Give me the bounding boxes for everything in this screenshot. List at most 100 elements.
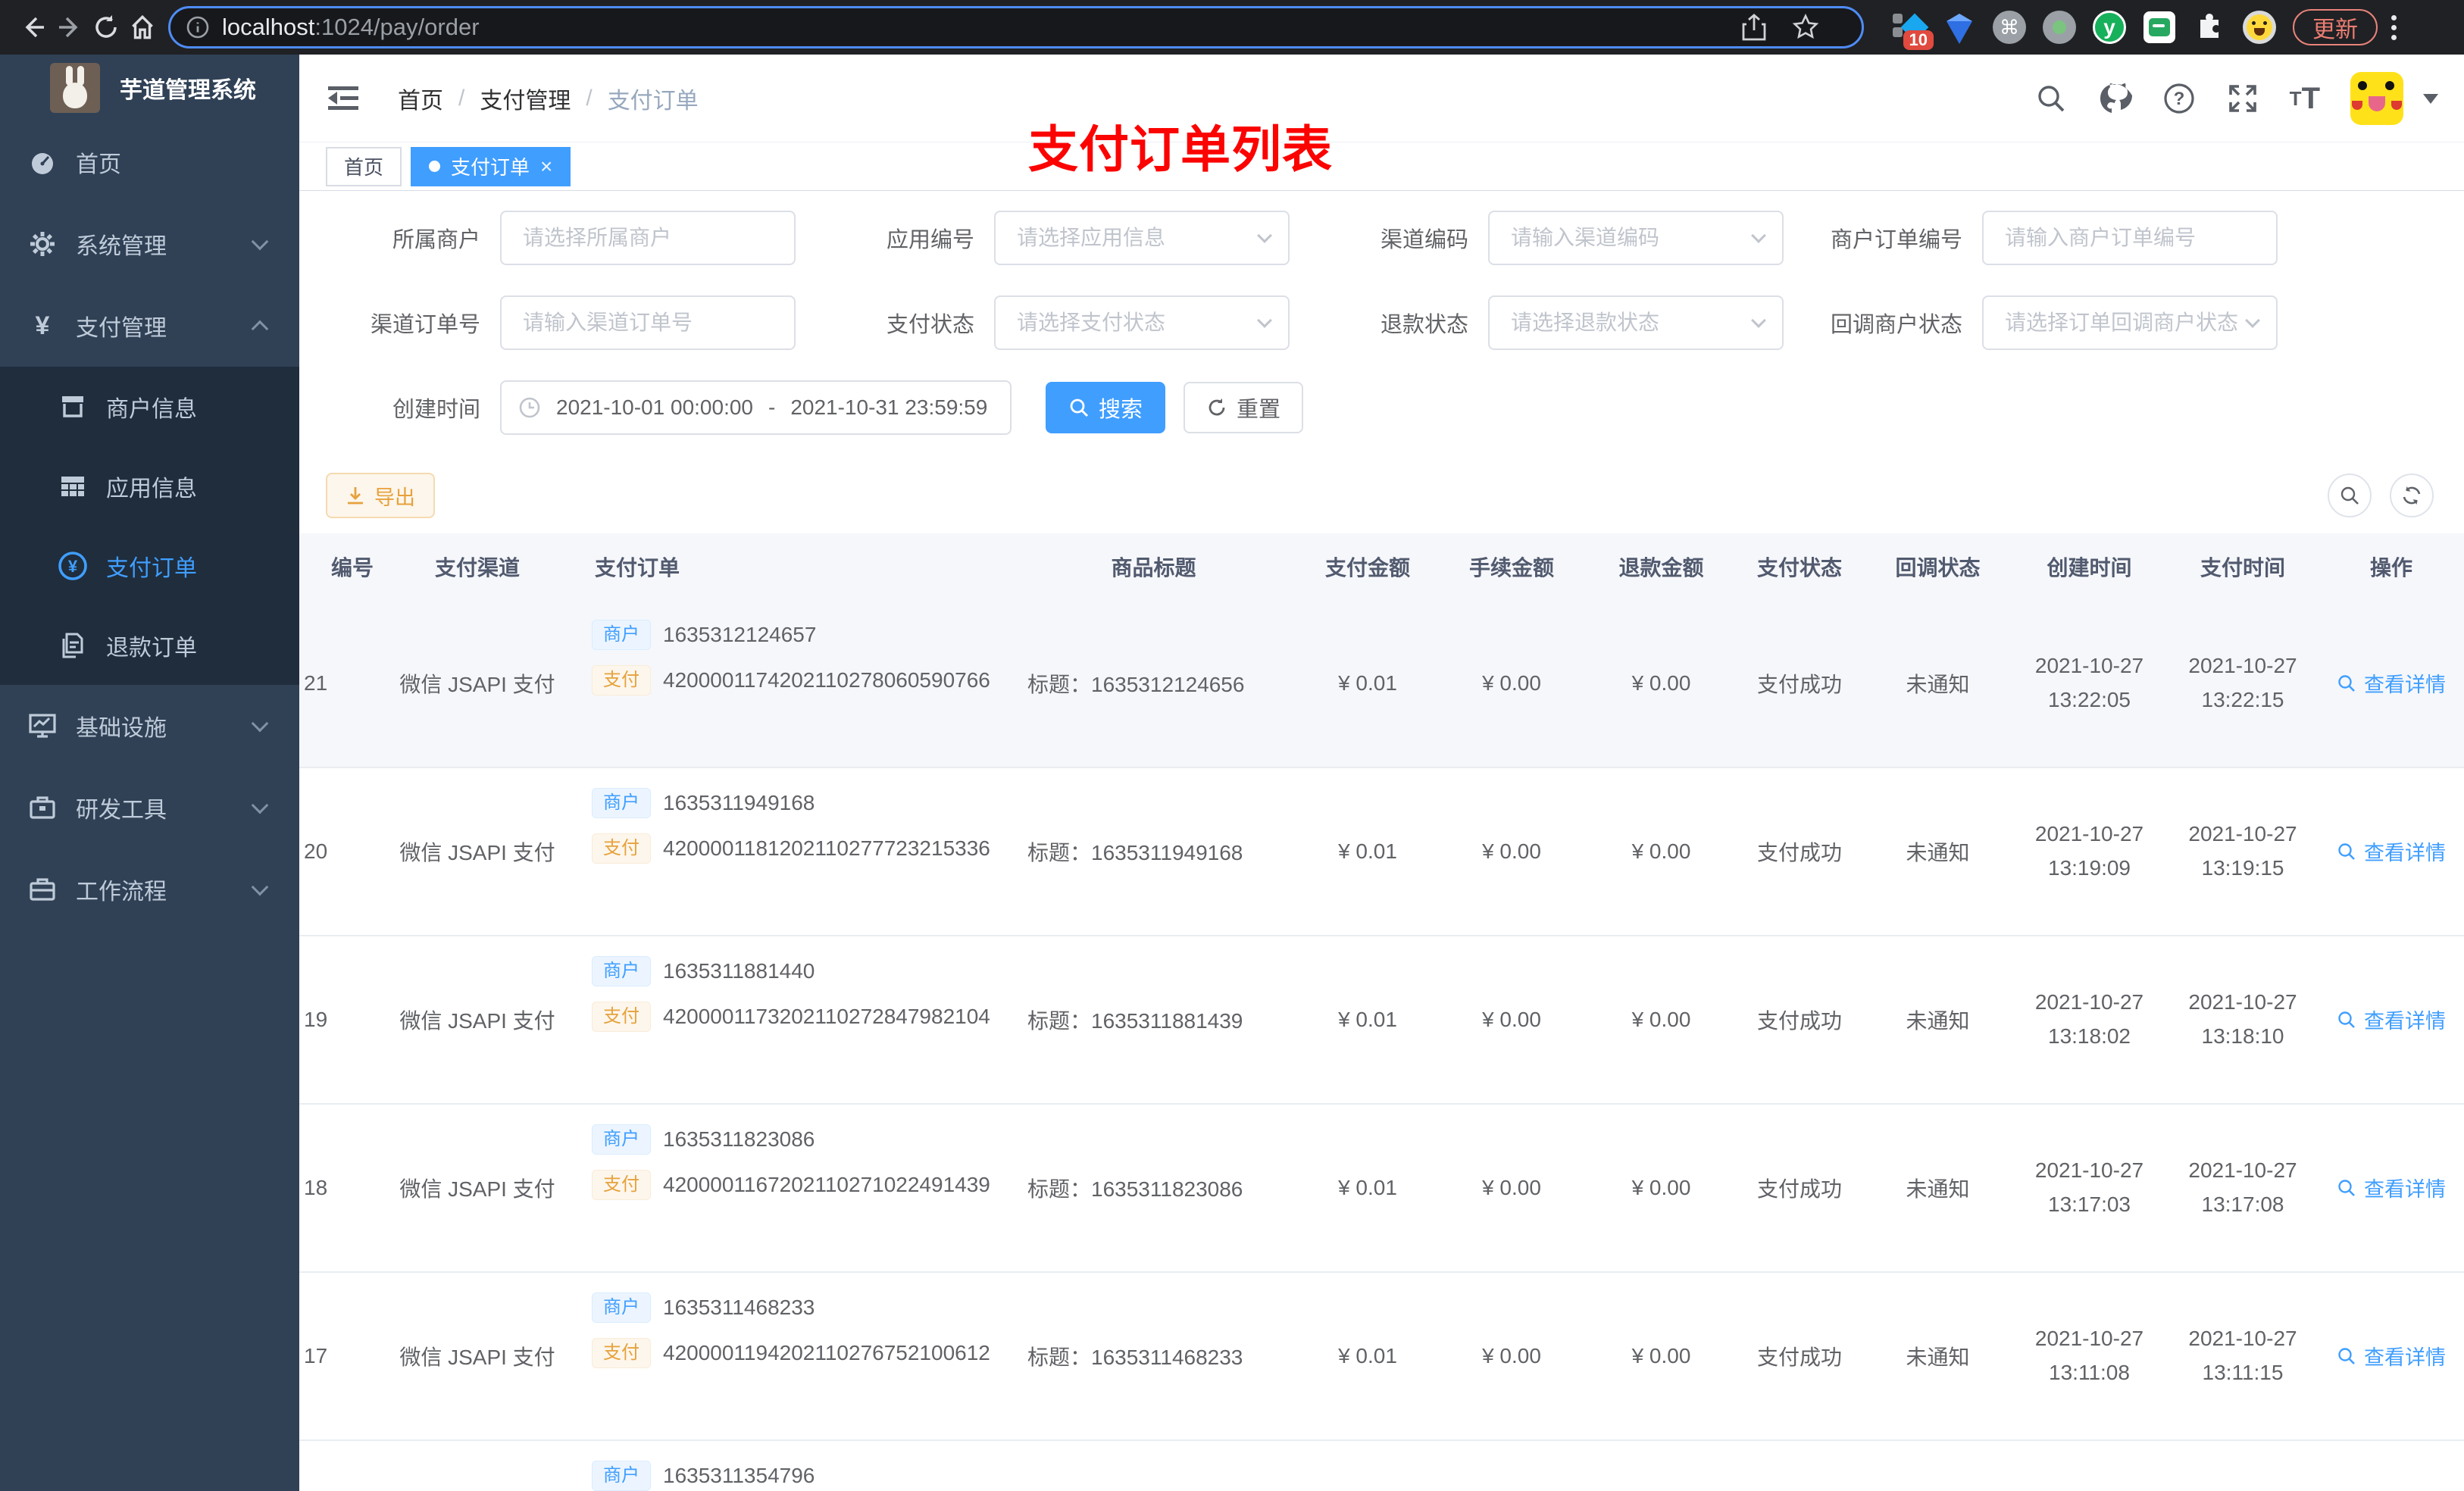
date-separator: - — [768, 395, 776, 419]
bookmark-star-icon[interactable] — [1792, 14, 1819, 41]
sidebar-item-payment[interactable]: ¥ 支付管理 — [0, 285, 299, 367]
close-icon[interactable]: × — [540, 155, 552, 177]
sidebar-collapse-icon[interactable] — [327, 83, 360, 114]
channel-order-no-input[interactable] — [500, 295, 796, 350]
svg-text:?: ? — [2173, 89, 2184, 109]
github-icon[interactable] — [2097, 82, 2132, 115]
y-extension-icon[interactable]: y — [2091, 9, 2128, 45]
profile-emoji-icon[interactable] — [2241, 9, 2278, 45]
sidebar-item-workflow[interactable]: 工作流程 — [0, 849, 299, 930]
cell-pay-order: 商户 1635311354796 支付 — [572, 1441, 1008, 1491]
view-detail-link[interactable]: 查看详情 — [2337, 668, 2446, 698]
pay-tag: 支付 — [592, 833, 651, 864]
filter-channel-code: 渠道编码 — [1314, 211, 1808, 265]
browser-back-button[interactable] — [15, 9, 52, 45]
address-bar[interactable]: localhost:1024/pay/order — [168, 6, 1864, 48]
pay-order-no: 4200001181202110277723215336 — [663, 836, 990, 860]
search-icon[interactable] — [2035, 83, 2067, 114]
briefcase-icon — [27, 875, 58, 904]
pay-tag: 支付 — [592, 1338, 651, 1368]
sidebar-item-merchant-info[interactable]: 商户信息 — [0, 367, 299, 446]
user-avatar[interactable] — [2350, 72, 2403, 125]
extension-icon-1[interactable]: 10 — [1891, 9, 1934, 50]
filter-refund-status: 退款状态 — [1314, 295, 1808, 350]
toggle-search-button[interactable] — [2328, 474, 2372, 517]
extension-icon-4[interactable] — [2041, 9, 2078, 45]
date-range-picker[interactable]: 2021-10-01 00:00:00 - 2021-10-31 23:59:5… — [500, 380, 1012, 435]
merchant-order-no: 1635311354796 — [663, 1464, 815, 1487]
clock-icon — [518, 396, 541, 419]
browser-menu-icon[interactable] — [2391, 14, 2397, 40]
filter-create-time: 创建时间 2021-10-01 00:00:00 - 2021-10-31 23… — [326, 380, 1012, 435]
cell-refund-amount: ¥ 0.00 — [1631, 839, 1691, 863]
search-button[interactable]: 搜索 — [1046, 382, 1166, 433]
cell-fee-amount: ¥ 0.00 — [1482, 1008, 1541, 1031]
date-end: 2021-10-31 23:59:59 — [790, 395, 988, 419]
font-size-icon[interactable]: TT — [2290, 83, 2320, 114]
app-title: 芋道管理系统 — [120, 78, 256, 103]
view-detail-link[interactable]: 查看详情 — [2337, 1005, 2446, 1034]
app-logo[interactable]: 芋道管理系统 — [0, 55, 299, 121]
refresh-button[interactable] — [2390, 474, 2434, 517]
table-header-row: 编号 支付渠道 支付订单 商品标题 支付金额 手续金额 退款金额 支付状态 回调… — [299, 533, 2464, 600]
cell-id: 20 — [304, 839, 328, 863]
cell-pay-status: 支付成功 — [1756, 1009, 1842, 1033]
tab-pay-order[interactable]: 支付订单 × — [411, 146, 571, 186]
pay-status-select[interactable] — [994, 295, 1290, 350]
table-row: 19 微信 JSAPI 支付 商户 1635311881440 支付 42000… — [299, 936, 2464, 1105]
sidebar-item-app-info[interactable]: 应用信息 — [0, 446, 299, 526]
cell-pay-order: 商户 1635311949168 支付 42000011812021102777… — [572, 768, 1008, 935]
browser-forward-button[interactable] — [52, 9, 88, 45]
cell-product-title: 标题：1635311823086 — [1027, 1177, 1243, 1201]
extension-icon-2[interactable] — [1941, 9, 1978, 45]
monitor-chart-icon — [27, 711, 58, 740]
cell-notify-status: 未通知 — [1906, 1009, 1970, 1033]
sidebar-item-system[interactable]: 系统管理 — [0, 203, 299, 285]
cell-pay-amount: ¥ 0.01 — [1338, 671, 1397, 695]
pay-tag: 支付 — [592, 1170, 651, 1200]
cell-pay-status: 支付成功 — [1756, 1346, 1842, 1369]
browser-home-button[interactable] — [124, 9, 161, 45]
channel-code-select[interactable] — [1488, 211, 1784, 265]
refund-status-select[interactable] — [1488, 295, 1784, 350]
share-icon[interactable] — [1742, 14, 1766, 41]
chat-extension-icon[interactable] — [2141, 9, 2178, 45]
merchant-order-no-input[interactable] — [1982, 211, 2278, 265]
merchant-tag: 商户 — [592, 1461, 651, 1491]
cell-product-title: 标题：1635311881439 — [1027, 1009, 1243, 1033]
active-dot-icon — [429, 161, 441, 172]
notify-status-select[interactable] — [1982, 295, 2278, 350]
cell-action: 查看详情 — [2319, 1173, 2464, 1203]
reset-button[interactable]: 重置 — [1184, 382, 1304, 433]
sidebar-item-home[interactable]: 首页 — [0, 121, 299, 203]
cell-pay-amount: ¥ 0.01 — [1338, 1344, 1397, 1368]
view-detail-link[interactable]: 查看详情 — [2337, 836, 2446, 866]
sidebar-item-infrastructure[interactable]: 基础设施 — [0, 685, 299, 767]
toolbox-icon — [27, 793, 58, 822]
command-extension-icon[interactable]: ⌘ — [1991, 9, 2028, 45]
view-detail-link[interactable]: 查看详情 — [2337, 1173, 2446, 1202]
export-button[interactable]: 导出 — [326, 473, 435, 518]
breadcrumb: 首页 / 支付管理 / 支付订单 — [398, 82, 699, 115]
sidebar-item-dev-tools[interactable]: 研发工具 — [0, 767, 299, 849]
cell-fee-amount: ¥ 0.00 — [1482, 839, 1541, 863]
fullscreen-icon[interactable] — [2226, 82, 2259, 115]
breadcrumb-payment[interactable]: 支付管理 — [480, 82, 571, 115]
pay-tag: 支付 — [592, 1002, 651, 1032]
site-info-icon[interactable] — [186, 15, 210, 39]
filter-notify-status: 回调商户状态 — [1808, 295, 2302, 350]
yen-circle-icon: ¥ — [58, 551, 88, 581]
tab-home[interactable]: 首页 — [326, 146, 402, 186]
breadcrumb-home[interactable]: 首页 — [398, 82, 443, 115]
puzzle-extensions-icon[interactable] — [2191, 9, 2228, 45]
browser-reload-button[interactable] — [88, 9, 124, 45]
help-icon[interactable]: ? — [2162, 82, 2196, 115]
merchant-input[interactable] — [500, 211, 796, 265]
view-detail-link[interactable]: 查看详情 — [2337, 1341, 2446, 1371]
app-id-select[interactable] — [994, 211, 1290, 265]
filter-merchant: 所属商户 — [326, 211, 820, 265]
browser-update-button[interactable]: 更新 — [2293, 9, 2378, 45]
sidebar-item-refund-order[interactable]: 退款订单 — [0, 605, 299, 685]
chevron-down-icon — [251, 878, 269, 896]
sidebar-item-pay-order[interactable]: ¥ 支付订单 — [0, 526, 299, 605]
